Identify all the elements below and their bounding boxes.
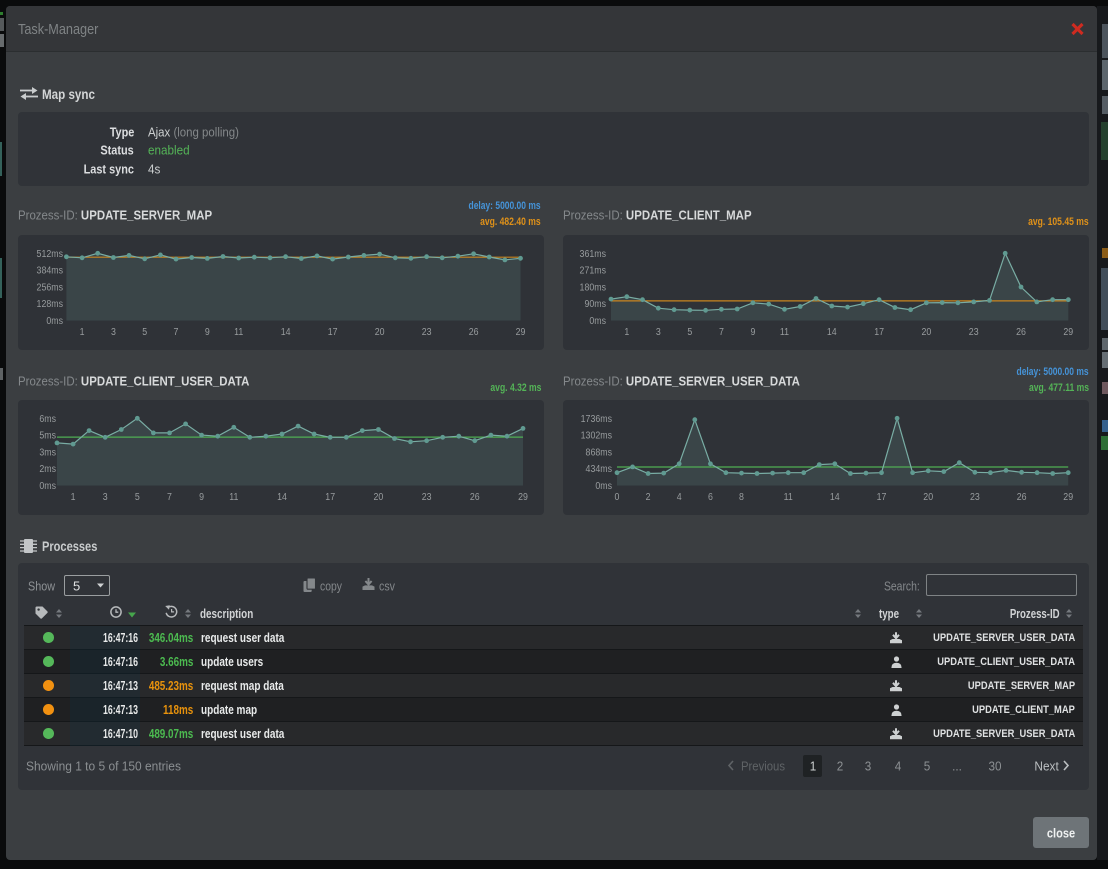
svg-text:23: 23	[422, 326, 432, 338]
svg-text:3ms: 3ms	[39, 447, 56, 459]
svg-text:3: 3	[111, 326, 116, 338]
svg-text:20: 20	[923, 491, 933, 503]
svg-text:17: 17	[874, 326, 884, 338]
svg-text:6ms: 6ms	[39, 413, 56, 425]
svg-text:6: 6	[708, 491, 713, 503]
svg-text:11: 11	[784, 491, 793, 503]
svg-text:2: 2	[646, 491, 651, 503]
svg-text:17: 17	[325, 491, 335, 503]
svg-text:29: 29	[518, 491, 528, 503]
svg-text:17: 17	[328, 326, 338, 338]
svg-text:26: 26	[470, 491, 480, 503]
svg-text:20: 20	[373, 491, 383, 503]
svg-text:23: 23	[969, 326, 979, 338]
svg-text:1736ms: 1736ms	[581, 413, 612, 425]
svg-text:7: 7	[174, 326, 179, 338]
svg-text:11: 11	[229, 491, 238, 503]
svg-text:0ms: 0ms	[595, 480, 612, 492]
svg-text:5: 5	[142, 326, 147, 338]
svg-text:29: 29	[1063, 491, 1073, 503]
svg-text:512ms: 512ms	[37, 248, 64, 260]
svg-text:0ms: 0ms	[39, 480, 56, 492]
svg-text:1: 1	[80, 326, 85, 338]
svg-text:17: 17	[877, 491, 887, 503]
svg-text:14: 14	[277, 491, 287, 503]
svg-text:11: 11	[234, 326, 243, 338]
svg-text:29: 29	[1063, 326, 1073, 338]
svg-text:20: 20	[921, 326, 931, 338]
svg-text:1302ms: 1302ms	[581, 430, 612, 442]
svg-text:14: 14	[827, 326, 837, 338]
svg-text:90ms: 90ms	[584, 299, 606, 311]
svg-text:180ms: 180ms	[580, 282, 607, 294]
svg-text:384ms: 384ms	[37, 265, 64, 277]
svg-text:23: 23	[970, 491, 980, 503]
svg-text:434ms: 434ms	[586, 464, 613, 476]
svg-text:3: 3	[103, 491, 108, 503]
svg-text:11: 11	[780, 326, 789, 338]
svg-text:361ms: 361ms	[580, 248, 607, 260]
svg-text:7: 7	[167, 491, 172, 503]
svg-text:26: 26	[469, 326, 479, 338]
svg-text:868ms: 868ms	[586, 447, 613, 459]
svg-text:5: 5	[135, 491, 140, 503]
svg-text:1: 1	[624, 326, 629, 338]
svg-text:14: 14	[830, 491, 840, 503]
svg-text:1: 1	[71, 491, 76, 503]
svg-text:271ms: 271ms	[580, 265, 607, 277]
svg-text:29: 29	[516, 326, 526, 338]
svg-text:26: 26	[1017, 491, 1027, 503]
svg-text:5ms: 5ms	[39, 430, 56, 442]
svg-text:3: 3	[656, 326, 661, 338]
svg-text:5: 5	[687, 326, 692, 338]
svg-text:2ms: 2ms	[39, 464, 56, 476]
svg-text:0ms: 0ms	[589, 315, 606, 327]
svg-text:0: 0	[615, 491, 620, 503]
svg-text:9: 9	[750, 326, 755, 338]
svg-text:0ms: 0ms	[46, 315, 63, 327]
svg-text:20: 20	[375, 326, 385, 338]
svg-text:4: 4	[677, 491, 682, 503]
svg-text:23: 23	[422, 491, 432, 503]
svg-text:14: 14	[281, 326, 291, 338]
svg-text:26: 26	[1016, 326, 1026, 338]
svg-text:128ms: 128ms	[37, 299, 64, 311]
svg-text:8: 8	[739, 491, 744, 503]
svg-text:9: 9	[199, 491, 204, 503]
svg-text:256ms: 256ms	[37, 282, 64, 294]
svg-text:9: 9	[205, 326, 210, 338]
svg-text:7: 7	[719, 326, 724, 338]
